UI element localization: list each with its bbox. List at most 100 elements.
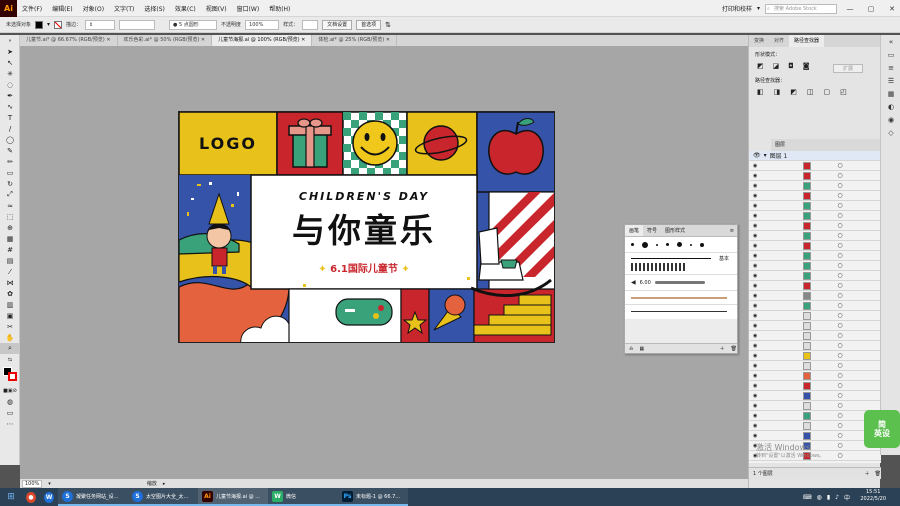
stroke-color[interactable] [8, 372, 17, 381]
tab-graphic-styles[interactable]: 图形样式 [661, 225, 689, 236]
draw-mode-icon[interactable]: ◍ [0, 396, 20, 407]
slice-tool-icon[interactable]: ✂ [0, 321, 20, 332]
blend-tool-icon[interactable]: ⋈ [0, 277, 20, 288]
gradient-tool-icon[interactable]: ▤ [0, 255, 20, 266]
sublayer-row[interactable]: ◉ ○ [749, 391, 881, 401]
sublayer-row[interactable]: ◉ ○ [749, 241, 881, 251]
target-icon[interactable]: ○ [837, 272, 842, 279]
taskbar-app-active[interactable]: Ai 儿童节海报.ai @ ... [198, 488, 268, 506]
open-library-icon[interactable]: ▦ [639, 346, 644, 352]
eye-icon[interactable]: ◉ [753, 283, 757, 289]
eye-icon[interactable]: ◉ [753, 323, 757, 329]
sublayer-row[interactable]: ◉ ○ [749, 301, 881, 311]
jianying-floating-badge[interactable]: 简 英设 [864, 410, 900, 448]
eye-icon[interactable]: ◉ [753, 263, 757, 269]
exclude-icon[interactable]: ◙ [803, 62, 810, 70]
eye-icon[interactable]: ◉ [753, 433, 757, 439]
expand-button[interactable]: 扩展 [833, 64, 863, 73]
brush-basic-row[interactable]: 基本 [625, 253, 737, 275]
sublayer-row[interactable]: ◉ ○ [749, 431, 881, 441]
rotate-tool-icon[interactable]: ↻ [0, 178, 20, 189]
eye-icon[interactable]: ◉ [753, 373, 757, 379]
warp-tool-icon[interactable]: ≈ [0, 200, 20, 211]
selection-tool-icon[interactable]: ➤ [0, 46, 20, 57]
free-transform-icon[interactable]: ⬚ [0, 211, 20, 222]
sublayer-row[interactable]: ◉ ○ [749, 421, 881, 431]
lasso-icon[interactable]: ◌ [0, 79, 20, 90]
eye-icon[interactable]: ◉ [753, 243, 757, 249]
target-icon[interactable]: ○ [837, 312, 842, 319]
shape-builder-icon[interactable]: ⊕ [0, 222, 20, 233]
brush-stroke-row[interactable] [625, 305, 737, 319]
chevron-down-icon[interactable]: ▾ [764, 152, 767, 159]
eye-icon[interactable]: ◉ [753, 163, 757, 169]
target-icon[interactable]: ○ [837, 392, 842, 399]
menu-select[interactable]: 选择(S) [139, 4, 170, 13]
magic-wand-icon[interactable]: ✳ [0, 68, 20, 79]
layer-row[interactable]: 👁 ▾ 图层 1 [749, 151, 881, 161]
color-mode-icon[interactable]: ■▣⊘ [0, 385, 20, 396]
eye-icon[interactable]: 👁 [753, 152, 761, 159]
stroke-weight-field[interactable]: ⇕ [85, 19, 116, 30]
target-icon[interactable]: ○ [837, 442, 842, 449]
eye-icon[interactable]: ◉ [753, 303, 757, 309]
sublayer-row[interactable]: ◉ ○ [749, 291, 881, 301]
appearance-icon[interactable]: ◉ [881, 113, 900, 126]
align-icon[interactable]: ⇅ [385, 21, 391, 29]
target-icon[interactable]: ○ [837, 432, 842, 439]
eye-icon[interactable]: ◉ [753, 223, 757, 229]
artboard-poster[interactable]: LOGO CHILDREN'S DAY 与你童乐 ✦ 6.1国际儿童节 ✦ [178, 111, 555, 343]
doc-tab-active[interactable]: 儿童节海报.ai @ 100% (RGB/预览) ✕ [212, 35, 313, 46]
target-icon[interactable]: ○ [837, 402, 842, 409]
eye-icon[interactable]: ◉ [753, 333, 757, 339]
eye-icon[interactable]: ◉ [753, 363, 757, 369]
zoom-tool-icon[interactable]: ⌕ [0, 343, 20, 354]
target-icon[interactable]: ○ [837, 182, 842, 189]
hand-tool-icon[interactable]: ✋ [0, 332, 20, 343]
tab-transform[interactable]: 变换 [749, 35, 769, 47]
eye-icon[interactable]: ◉ [753, 393, 757, 399]
curvature-tool-icon[interactable]: ∿ [0, 101, 20, 112]
stroke-swatch[interactable] [54, 20, 63, 29]
sublayer-row[interactable]: ◉ ○ [749, 351, 881, 361]
type-tool-icon[interactable]: T [0, 112, 20, 123]
merge-icon[interactable]: ◩ [790, 88, 797, 96]
document-setup-button[interactable]: 文档设置 [322, 19, 353, 30]
target-icon[interactable]: ○ [837, 282, 842, 289]
target-icon[interactable]: ○ [837, 302, 842, 309]
sublayer-row[interactable]: ◉ ○ [749, 221, 881, 231]
artboard-tool-icon[interactable]: ▣ [0, 310, 20, 321]
eye-icon[interactable]: ◉ [753, 313, 757, 319]
swatches-icon[interactable]: ▦ [881, 87, 900, 100]
target-icon[interactable]: ○ [837, 352, 842, 359]
tab-align[interactable]: 对齐 [769, 35, 789, 47]
sublayer-row[interactable]: ◉ ○ [749, 251, 881, 261]
delete-brush-icon[interactable]: 🗑 [731, 346, 737, 352]
mesh-tool-icon[interactable]: # [0, 244, 20, 255]
eye-icon[interactable]: ◉ [753, 203, 757, 209]
brush-size-row[interactable]: ◀ 6.00 [625, 275, 737, 291]
eye-icon[interactable]: ◉ [753, 413, 757, 419]
sublayer-row[interactable]: ◉ ○ [749, 271, 881, 281]
eye-icon[interactable]: ◉ [753, 253, 757, 259]
preferences-button[interactable]: 首选项 [356, 19, 382, 30]
sublayer-row[interactable]: ◉ ○ [749, 411, 881, 421]
minus-back-icon[interactable]: ◰ [840, 88, 847, 96]
eye-icon[interactable]: ◉ [753, 383, 757, 389]
eye-icon[interactable]: ◉ [753, 173, 757, 179]
target-icon[interactable]: ○ [837, 262, 842, 269]
eyedropper-icon[interactable]: ⁄ [0, 266, 20, 277]
brush-dot-row[interactable] [625, 237, 737, 253]
target-icon[interactable]: ○ [837, 412, 842, 419]
sublayer-row[interactable]: ◉ ○ [749, 331, 881, 341]
sublayer-row[interactable]: ◉ ○ [749, 211, 881, 221]
color-icon[interactable]: ◐ [881, 100, 900, 113]
menu-object[interactable]: 对象(O) [78, 4, 109, 13]
chrome-icon[interactable]: ● [22, 488, 40, 506]
target-icon[interactable]: ○ [837, 422, 842, 429]
eye-icon[interactable]: ◉ [753, 403, 757, 409]
sublayer-row[interactable]: ◉ ○ [749, 261, 881, 271]
layers-tab[interactable]: 图层 [771, 139, 881, 151]
doc-tab[interactable]: 儿童节.ai* @ 66.67% (RGB/预览) ✕ [20, 35, 118, 46]
fill-swatch[interactable] [35, 20, 44, 29]
